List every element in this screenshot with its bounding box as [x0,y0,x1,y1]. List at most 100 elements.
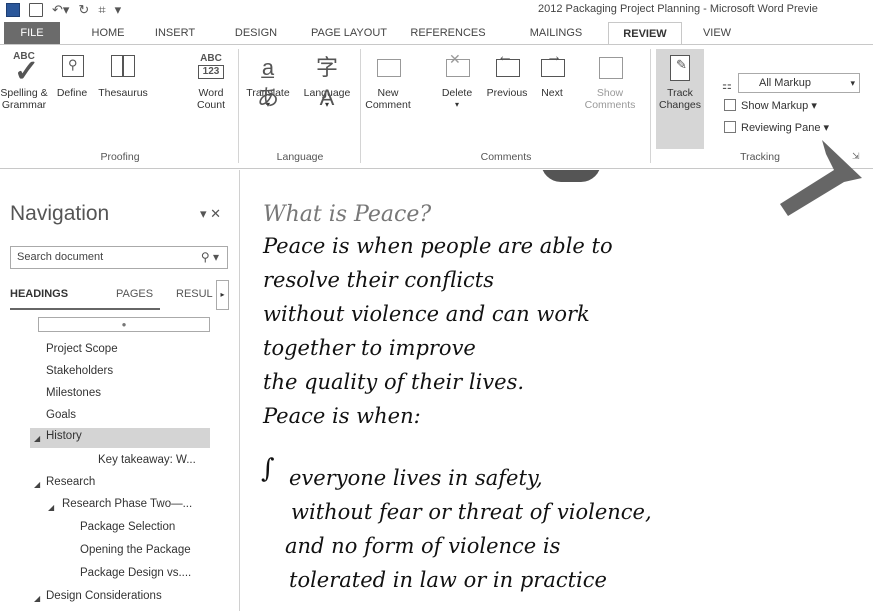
tab-insert[interactable]: INSERT [145,22,205,44]
track-changes-icon: ✎ [666,53,694,83]
translate-button[interactable]: a̲あ Translate ▾ [242,53,294,111]
thesaurus-label: Thesaurus [98,87,148,99]
heading-item[interactable]: Research [46,476,95,488]
new-comment-label-2: Comment [365,99,411,111]
show-markup-button[interactable]: Show Markup ▾ [724,99,817,112]
search-input[interactable]: Search document ⚲ ▾ [10,246,228,269]
document-line: Peace is when: [263,404,421,428]
nav-tab-pages[interactable]: PAGES [116,288,153,300]
delete-comment-icon: ✕ [443,52,471,83]
format-painter-icon[interactable]: ⌗ [98,3,105,17]
document-line: Peace is when people are able to [263,234,613,258]
next-label: Next [541,87,563,99]
word-count-label-2: Count [196,99,226,111]
spelling-label-2: Grammar [1,99,47,111]
markup-select-value: All Markup [759,77,811,89]
document-bullet-line: everyone lives in safety, [289,466,543,490]
define-button[interactable]: ⚲ Define [52,53,92,99]
heading-item[interactable]: Package Design vs.... [80,567,191,579]
customize-qat-icon[interactable]: ▾ [115,3,122,17]
thesaurus-button[interactable]: Thesaurus [95,53,151,99]
tab-home[interactable]: HOME [80,22,136,44]
next-comment-button[interactable]: → Next [535,49,569,99]
tab-review[interactable]: REVIEW [608,22,682,44]
expanded-triangle-icon[interactable]: ◢ [34,480,40,489]
separator [650,49,651,163]
expanded-triangle-icon[interactable]: ◢ [34,594,40,603]
tab-mailings[interactable]: MAILINGS [521,22,591,44]
tab-page-layout[interactable]: PAGE LAYOUT [306,22,392,44]
language-button[interactable]: 字A Language ▾ [298,53,356,111]
window-title: 2012 Packaging Project Planning - Micros… [538,3,818,15]
tab-file[interactable]: FILE [4,22,60,44]
redo-icon[interactable]: ↻ [78,3,89,17]
show-comments-button[interactable]: Show Comments [580,53,640,111]
tab-view[interactable]: VIEW [694,22,740,44]
navigation-pane: Navigation ▾ ✕ Search document ⚲ ▾ HEADI… [0,170,240,611]
heading-item[interactable]: Goals [46,409,76,421]
previous-comment-icon: ← [493,49,521,83]
translate-icon: a̲あ [256,55,279,110]
new-comment-button[interactable]: New Comment [364,53,412,111]
count-123: 123 [198,65,224,79]
tab-design[interactable]: DESIGN [228,22,284,44]
track-changes-label-1: Track [667,87,693,99]
spelling-grammar-button[interactable]: ABC ✓ Spelling & Grammar [0,51,48,111]
document-bullet-line: and no form of violence is [285,534,561,558]
chevron-down-icon: ▾ [850,78,855,88]
heading-item[interactable]: Stakeholders [46,365,113,377]
callout-arrow-icon [780,140,862,216]
navigation-title: Navigation [10,202,110,225]
save-icon[interactable] [29,3,43,17]
reviewing-pane-icon [724,121,736,133]
search-icon[interactable]: ⚲ ▾ [201,247,219,268]
word-app-icon [6,3,20,17]
heading-item[interactable]: Design Considerations [46,590,162,602]
bullet-icon: ∫ [261,454,275,484]
heading-item-label: History [46,430,82,442]
heading-item[interactable]: Research Phase Two—... [62,498,192,510]
heading-item[interactable]: Key takeaway: W... [98,454,196,466]
pane-options-close-icon[interactable]: ▾ ✕ [200,206,221,222]
nav-tab-headings[interactable]: HEADINGS [10,288,68,300]
expanded-triangle-icon[interactable]: ◢ [48,503,54,512]
delete-label: Delete [441,87,473,99]
decorative-graphic [541,170,601,182]
new-comment-label-1: New [377,87,399,99]
delete-dropdown-icon: ▾ [454,100,459,109]
new-comment-icon [374,53,402,83]
nav-tab-results[interactable]: RESUL [176,288,213,300]
word-count-icon: ABC 123 [197,53,225,83]
separator [360,49,361,163]
heading-item[interactable]: Package Selection [80,521,175,533]
abc-label-2: ABC [200,53,222,64]
expanded-triangle-icon[interactable]: ◢ [34,434,40,443]
heading-item-selected[interactable]: History [30,428,210,448]
document-line: resolve their conflicts [263,268,495,292]
document-bullet-line: tolerated in law or in practice [289,568,607,592]
display-for-review-icon: ⚏ [722,80,732,92]
tab-references[interactable]: REFERENCES [404,22,492,44]
delete-comment-button[interactable]: ✕ Delete ▾ [436,52,478,111]
language-icon: 字A [315,55,338,110]
document-heading: What is Peace? [263,202,432,227]
heading-item[interactable]: Opening the Package [80,544,191,556]
show-comments-label-1: Show [596,87,624,99]
ribbon-tabs: FILE HOME INSERT DESIGN PAGE LAYOUT REFE… [0,22,873,44]
word-count-button[interactable]: ABC 123 Word Count [192,53,230,111]
collapse-all-button[interactable]: ● [38,317,210,332]
document-bullet-line: without fear or threat of violence, [291,500,652,524]
show-markup-icon [724,99,736,111]
previous-comment-button[interactable]: ← Previous [482,49,532,100]
tab-scroll-right-icon[interactable]: ▸ [216,280,229,310]
heading-item[interactable]: Milestones [46,387,101,399]
document-line: without violence and can work [263,302,590,326]
undo-icon[interactable]: ↶▾ [52,3,69,17]
document-area[interactable]: What is Peace? Peace is when people are … [241,170,873,611]
quick-access-toolbar: ↶▾ ↻ ⌗ ▾ [6,3,121,17]
track-changes-button[interactable]: ✎ Track Changes [656,53,704,111]
title-bar: ↶▾ ↻ ⌗ ▾ 2012 Packaging Project Planning… [0,0,873,22]
heading-item[interactable]: Project Scope [46,343,118,355]
reviewing-pane-button[interactable]: Reviewing Pane ▾ [724,121,829,134]
markup-select[interactable]: All Markup ▾ [738,73,860,93]
